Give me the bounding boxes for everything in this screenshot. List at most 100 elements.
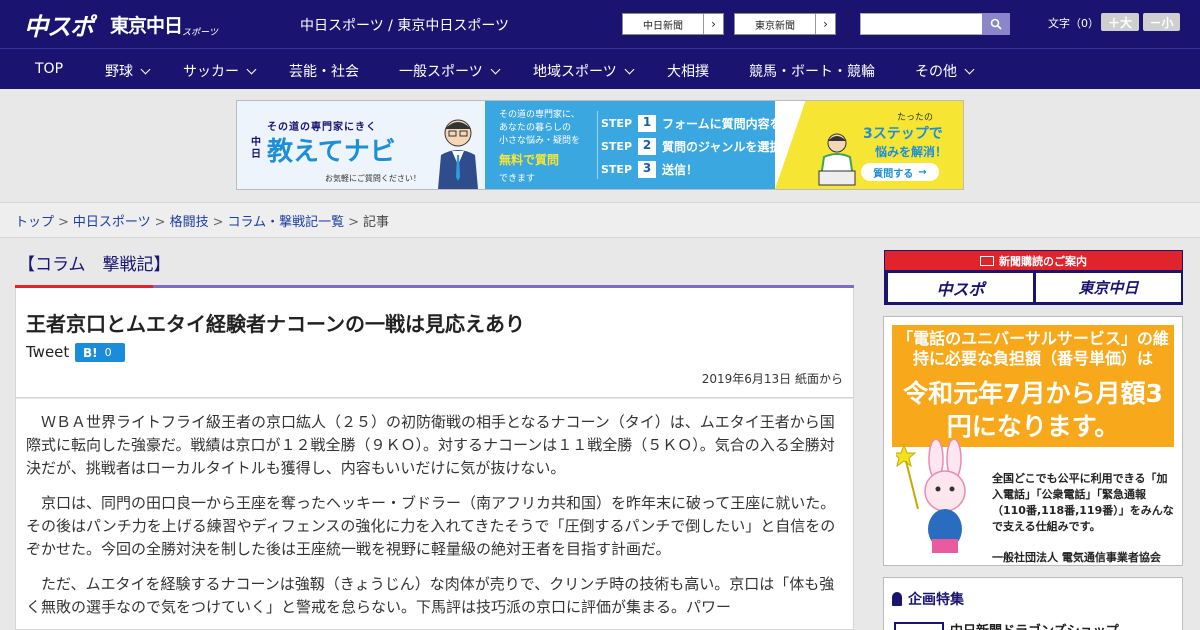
special-feature-thumbnail[interactable] xyxy=(894,622,944,630)
ad-middle-panel: その道の専門家に、 あなたの暮らしの 小さな悩み・疑問を 無料で質問 できます … xyxy=(485,101,806,189)
special-features-heading-label: 企画特集 xyxy=(908,592,964,608)
advisor-illustration-icon xyxy=(438,119,478,189)
nav-item-label: 野球 xyxy=(105,64,133,80)
ad-right-panel: たったの 3ステップで 悩みを解消！ 質問する → xyxy=(775,101,963,189)
ad-question-button[interactable]: 質問する → xyxy=(861,163,939,181)
nav-item-label: 競馬・ボート・競輪 xyxy=(749,64,875,80)
tokyo-chunichi-logo[interactable]: 東京中日 xyxy=(110,11,183,38)
subscribe-tokyo-chunichi-link[interactable]: 東京中日 xyxy=(1036,273,1181,302)
nav-item-label: 一般スポーツ xyxy=(399,64,483,80)
breadcrumb-separator: > xyxy=(212,215,224,230)
nav-item-label: 大相撲 xyxy=(667,64,709,80)
ad-mid-line-3: 小さな悩み・疑問を xyxy=(499,136,581,146)
ad-right-top: たったの xyxy=(897,113,934,123)
article-title: 王者京口とムエタイ経験者ナコーンの一戦は見応えあり xyxy=(26,312,525,336)
ad-brand-prefix: 中日 xyxy=(251,137,261,160)
search-input[interactable] xyxy=(860,13,984,35)
breadcrumb-separator: > xyxy=(348,215,360,230)
nav-item-label: 地域スポーツ xyxy=(533,64,617,80)
main-nav: TOP 野球 サッカー 芸能・社会 一般スポーツ 地域スポーツ 大相撲 競馬・ボ… xyxy=(0,48,1200,89)
ad-step-text: 質問のジャンルを選択 xyxy=(662,140,782,154)
tokyo-chunichi-logo-sub: スポーツ xyxy=(182,28,218,38)
special-feature-link[interactable]: 中日新聞ドラゴンズショップ xyxy=(950,620,1119,630)
special-features-heading: 企画特集 xyxy=(892,589,964,609)
ad-step-label: STEP xyxy=(601,117,633,130)
chunichi-shimbun-link[interactable]: 中日新聞 › xyxy=(622,13,724,35)
ad-step-number: 3 xyxy=(638,161,657,178)
chuspo-logo[interactable]: 中スポ xyxy=(24,7,94,42)
article-paragraph: 京口は、同門の田口良一から王座を奪ったヘッキー・ブドラー（南アフリカ共和国）を昨… xyxy=(26,494,836,558)
ad-right-sub: 悩みを解消！ xyxy=(875,145,948,159)
special-features-box: 企画特集 中日新聞ドラゴンズショップ xyxy=(883,577,1183,630)
tweet-button[interactable]: Tweet xyxy=(26,343,69,361)
hatena-bookmark-button[interactable]: B! 0 xyxy=(75,343,125,362)
nav-item-label: その他 xyxy=(915,64,957,80)
breadcrumb-link-top[interactable]: トップ xyxy=(15,215,54,230)
subscription-heading-label: 新聞購読のご案内 xyxy=(999,254,1087,268)
ad-mid-highlight: 無料で質問 xyxy=(499,153,560,167)
breadcrumb-bar: トップ > 中日スポーツ > 格闘技 > コラム・撃戦記一覧 > 記事 xyxy=(0,202,1200,238)
universal-service-ad-organization: 一般社団法人 電気通信事業者協会 xyxy=(992,551,1161,564)
subscribe-chuspo-link[interactable]: 中スポ xyxy=(888,273,1033,302)
ad-brand-name: 教えてナビ xyxy=(267,137,396,167)
ad-left-panel: その道の専門家にきく 中日 教えてナビ お気軽にご質問ください！ xyxy=(237,101,485,189)
ad-step-1: STEP 1 フォームに質問内容を入力 xyxy=(601,115,806,132)
ad-step-3: STEP 3 送信！ xyxy=(601,161,698,178)
ad-step-2: STEP 2 質問のジャンルを選択 xyxy=(601,138,781,155)
subscription-heading: 新聞購読のご案内 xyxy=(885,251,1182,270)
laptop-user-illustration-icon xyxy=(818,133,856,186)
nav-item-racing[interactable]: 競馬・ボート・競輪 xyxy=(749,61,875,81)
nav-item-label: サッカー xyxy=(183,64,239,80)
breadcrumb-link-chunichi-sports[interactable]: 中日スポーツ xyxy=(73,215,151,230)
font-smaller-button[interactable]: －小 xyxy=(1143,13,1180,31)
breadcrumb-link-combat-sports[interactable]: 格闘技 xyxy=(170,215,209,230)
search-icon xyxy=(990,18,1002,30)
breadcrumb-current: 記事 xyxy=(363,215,390,230)
site-title: 中日スポーツ / 東京中日スポーツ xyxy=(300,18,510,34)
newspaper-icon xyxy=(980,255,994,266)
ad-note: お気軽にご質問ください！ xyxy=(325,174,421,183)
font-larger-button[interactable]: ＋大 xyxy=(1101,13,1139,31)
search-button[interactable] xyxy=(982,13,1010,35)
tokyo-shimbun-label: 東京新聞 xyxy=(755,20,795,32)
universal-service-ad-headline: 「電話のユニバーサルサービス」の維持に必要な負担額（番号単価）は xyxy=(897,329,1169,368)
hatena-bookmark-icon: B! xyxy=(83,345,98,360)
universal-service-ad-inner: 「電話のユニバーサルサービス」の維持に必要な負担額（番号単価）は 令和元年7月か… xyxy=(892,325,1174,564)
nav-item-local-sports[interactable]: 地域スポーツ xyxy=(533,61,635,81)
universal-service-ad-body: 全国どこでも公平に利用できる「加入電話」「公衆電話」「緊急通報（110番,118… xyxy=(892,439,1174,564)
ad-step-label: STEP xyxy=(601,163,633,176)
column-title: 【コラム 撃戦記】 xyxy=(18,255,171,275)
ad-mid-line-2: あなたの暮らしの xyxy=(499,123,572,133)
breadcrumb-link-column-list[interactable]: コラム・撃戦記一覧 xyxy=(228,215,345,230)
nav-item-top[interactable]: TOP xyxy=(35,61,63,77)
font-size-label: 文字（0） xyxy=(1048,17,1099,30)
article-paragraph: ＷＢＡ世界ライトフライ級王者の京口紘人（２５）の初防衛戦の相手となるナコーン（タ… xyxy=(26,413,835,477)
nav-item-soccer[interactable]: サッカー xyxy=(183,61,257,81)
tokyo-shimbun-link[interactable]: 東京新聞 › xyxy=(734,13,836,35)
chevron-right-icon: › xyxy=(815,14,835,34)
oshiete-navi-ad-banner[interactable]: その道の専門家にきく 中日 教えてナビ お気軽にご質問ください！ その道の専門家… xyxy=(236,100,964,190)
nav-item-other[interactable]: その他 xyxy=(915,61,975,81)
article-paragraph: ただ、ムエタイを経験するナコーンは強靱（きょうじん）な肉体が売りで、クリンチ時の… xyxy=(26,575,835,616)
chevron-down-icon xyxy=(140,64,151,74)
nav-item-baseball[interactable]: 野球 xyxy=(105,61,151,81)
nav-item-label: 芸能・社会 xyxy=(289,64,359,80)
ad-question-label: 質問する xyxy=(873,168,914,180)
ad-step-number: 1 xyxy=(638,115,657,132)
nav-item-general-sports[interactable]: 一般スポーツ xyxy=(399,61,501,81)
nav-item-sumo[interactable]: 大相撲 xyxy=(667,61,709,81)
breadcrumb-separator: > xyxy=(154,215,166,230)
chevron-right-icon: › xyxy=(703,14,723,34)
ad-step-text: フォームに質問内容を入力 xyxy=(662,117,806,131)
universal-service-ad[interactable]: 「電話のユニバーサルサービス」の維持に必要な負担額（番号単価）は 令和元年7月か… xyxy=(883,316,1183,566)
arrow-right-icon: → xyxy=(918,166,927,178)
site-header: 中スポ 東京中日 スポーツ 中日スポーツ / 東京中日スポーツ 中日新聞 › 東… xyxy=(0,0,1200,48)
hatena-bookmark-count: 0 xyxy=(104,346,112,359)
nav-item-entertainment[interactable]: 芸能・社会 xyxy=(289,61,359,81)
ad-step-number: 2 xyxy=(638,138,657,155)
breadcrumb-separator: > xyxy=(58,215,69,230)
chevron-down-icon xyxy=(964,64,975,74)
universal-service-ad-description: 全国どこでも公平に利用できる「加入電話」「公衆電話」「緊急通報（110番,118… xyxy=(992,472,1174,533)
ad-step-text: 送信！ xyxy=(662,163,699,177)
subscription-box: 新聞購読のご案内 中スポ 東京中日 xyxy=(884,250,1183,305)
